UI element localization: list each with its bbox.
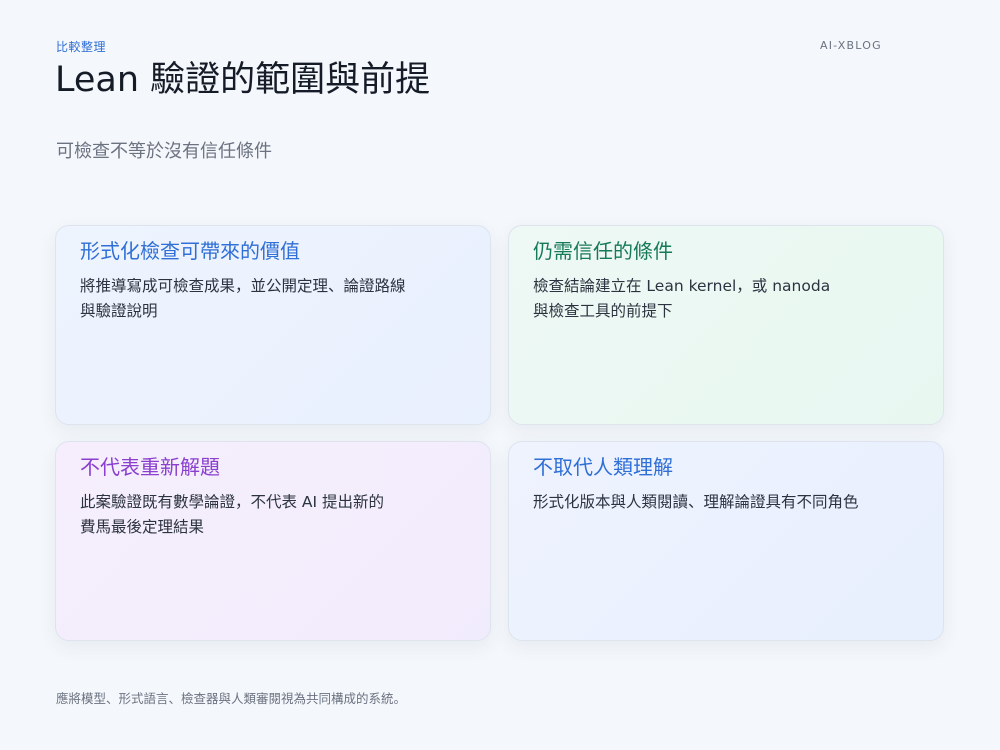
brand-label: AI-XBLOG <box>820 39 882 52</box>
footer-note: 應將模型、形式語言、檢查器與人類審閱視為共同構成的系統。 <box>56 691 407 706</box>
card-body-line: 此案驗證既有數學論證，不代表 AI 提出新的 <box>80 493 385 511</box>
card-heading: 形式化檢查可帶來的價值 <box>80 239 300 263</box>
card-heading: 不代表重新解題 <box>80 455 220 479</box>
card-body-line: 形式化版本與人類閱讀、理解論證具有不同角色 <box>533 493 859 511</box>
card-trust-conditions: 仍需信任的條件 檢查結論建立在 Lean kernel，或 nanoda 與檢查… <box>508 225 944 425</box>
card-human-understanding: 不取代人類理解 形式化版本與人類閱讀、理解論證具有不同角色 <box>508 441 944 641</box>
card-body-line: 與檢查工具的前提下 <box>533 302 673 320</box>
card-not-new-solution: 不代表重新解題 此案驗證既有數學論證，不代表 AI 提出新的 費馬最後定理結果 <box>55 441 491 641</box>
card-body: 此案驗證既有數學論證，不代表 AI 提出新的 費馬最後定理結果 <box>80 490 466 540</box>
section-label: 比較整理 <box>56 40 107 54</box>
card-body: 將推導寫成可檢查成果，並公開定理、論證路線 與驗證說明 <box>80 274 466 324</box>
card-body-line: 與驗證說明 <box>80 302 158 320</box>
card-body-line: 費馬最後定理結果 <box>80 518 205 536</box>
page-subtitle: 可檢查不等於沒有信任條件 <box>56 141 272 162</box>
card-body: 檢查結論建立在 Lean kernel，或 nanoda 與檢查工具的前提下 <box>533 274 919 324</box>
card-body: 形式化版本與人類閱讀、理解論證具有不同角色 <box>533 490 919 515</box>
card-heading: 不取代人類理解 <box>533 455 673 479</box>
card-body-line: 檢查結論建立在 Lean kernel，或 nanoda <box>533 277 831 295</box>
card-body-line: 將推導寫成可檢查成果，並公開定理、論證路線 <box>80 277 406 295</box>
page-title: Lean 驗證的範圍與前提 <box>55 60 431 100</box>
card-heading: 仍需信任的條件 <box>533 239 673 263</box>
card-value: 形式化檢查可帶來的價值 將推導寫成可檢查成果，並公開定理、論證路線 與驗證說明 <box>55 225 491 425</box>
slide: 比較整理 AI-XBLOG Lean 驗證的範圍與前提 可檢查不等於沒有信任條件… <box>0 0 1000 750</box>
